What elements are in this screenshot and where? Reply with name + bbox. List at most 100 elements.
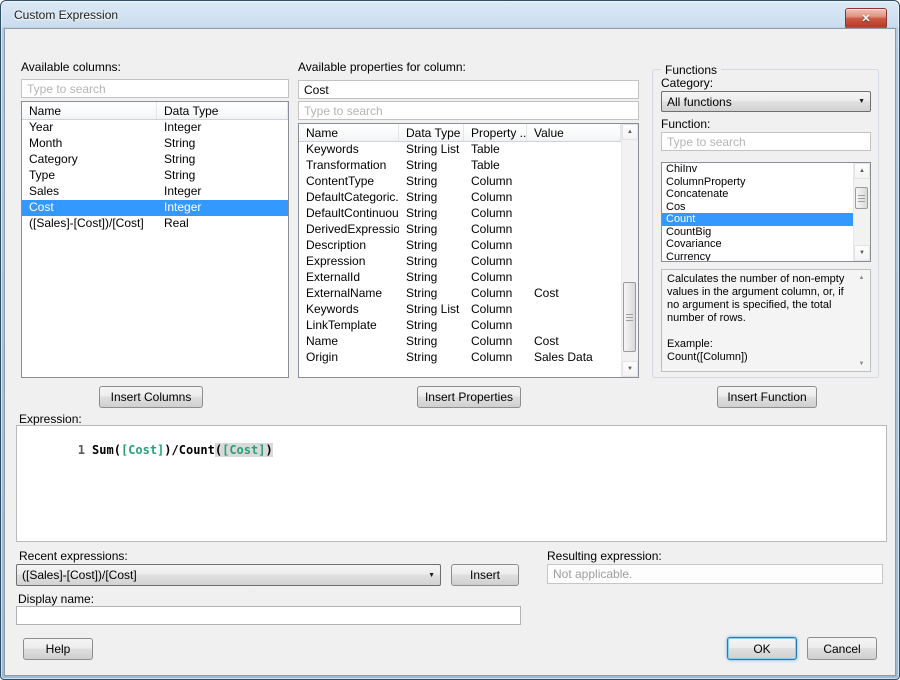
function-name: Covariance [666,238,722,250]
insert-properties-button[interactable]: Insert Properties [417,386,521,408]
columns-search-input[interactable] [21,79,289,98]
recent-expressions-dropdown[interactable]: ([Sales]-[Cost])/[Cost] ▼ [16,564,441,586]
display-name-input[interactable] [16,606,521,625]
insert-columns-button[interactable]: Insert Columns [99,386,203,408]
expression-tokens: Sum([Cost])/Count([Cost]) [92,443,273,457]
cell-datatype: String [399,270,464,286]
scroll-up-icon[interactable]: ▲ [622,124,638,140]
table-row[interactable]: ExternalId String Column [299,270,638,286]
table-row[interactable]: Keywords String List Table [299,142,638,158]
table-row[interactable]: ExternalName String Column Cost [299,286,638,302]
cell-name: Keywords [299,142,399,158]
cell-datatype: Real [157,216,288,232]
function-search-input[interactable] [661,132,871,151]
cell-name: Description [299,238,399,254]
scroll-up-icon[interactable]: ▲ [854,163,870,179]
window-title: Custom Expression [14,8,118,22]
category-dropdown[interactable]: All functions ▼ [661,91,871,112]
table-row[interactable]: DerivedExpression String Column [299,222,638,238]
function-label: Function: [661,117,710,131]
cell-property-class: Column [464,254,527,270]
cell-name: ([Sales]-[Cost])/[Cost] [22,216,157,232]
scroll-down-icon[interactable]: ▼ [622,361,638,377]
dialog-body: Available columns: Name Data Type Year I… [4,28,896,676]
columns-header-name[interactable]: Name [22,102,157,119]
cell-property-class: Column [464,206,527,222]
category-label: Category: [661,76,713,90]
close-icon: ✕ [861,12,870,25]
titlebar[interactable]: Custom Expression [1,1,899,29]
function-name: CountBig [666,226,711,238]
properties-header-value[interactable]: Value [527,124,621,141]
properties-scrollbar[interactable]: ▲ ▼ [621,124,638,377]
table-row[interactable]: Year Integer [22,120,288,136]
function-list-item[interactable]: ColumnProperty [662,176,853,189]
columns-header-datatype[interactable]: Data Type [157,102,288,119]
function-list-item[interactable]: Cos [662,201,853,214]
cancel-button[interactable]: Cancel [807,637,877,660]
cell-property-class: Column [464,190,527,206]
cell-datatype: String [399,174,464,190]
table-row[interactable]: Description String Column [299,238,638,254]
table-row[interactable]: Cost Integer [22,200,288,216]
cell-datatype: String [399,190,464,206]
description-scrollbar[interactable]: ▲ ▼ [853,270,870,371]
table-row[interactable]: Expression String Column [299,254,638,270]
cell-property-class: Table [464,158,527,174]
properties-search-input[interactable] [298,101,639,120]
ok-button[interactable]: OK [727,637,797,660]
help-button[interactable]: Help [23,638,93,660]
cell-name: Sales [22,184,157,200]
properties-header-propertyclass[interactable]: Property ... [464,124,527,141]
table-row[interactable]: ContentType String Column [299,174,638,190]
table-row[interactable]: Transformation String Table [299,158,638,174]
function-list-item[interactable]: ChiInv [662,163,853,176]
function-list-item[interactable]: Covariance [662,238,853,251]
cell-name: Year [22,120,157,136]
expression-token: [Cost] [121,443,164,457]
function-list-item[interactable]: Concatenate [662,188,853,201]
line-number: 1 [78,443,85,457]
table-row[interactable]: Origin String Column Sales Data [299,350,638,366]
chevron-down-icon: ▼ [858,98,865,105]
cell-property-class: Column [464,238,527,254]
cell-name: ExternalId [299,270,399,286]
function-name: ColumnProperty [666,176,745,188]
cell-property-class: Column [464,302,527,318]
properties-table-header: Name Data Type Property ... Value [299,124,621,142]
table-row[interactable]: Name String Column Cost [299,334,638,350]
cell-datatype: String [157,152,288,168]
close-button[interactable]: ✕ [845,8,887,29]
cell-property-class: Column [464,270,527,286]
function-list-item[interactable]: Count [662,213,853,226]
function-list-item[interactable]: CountBig [662,226,853,239]
scroll-thumb[interactable] [623,282,636,352]
scroll-up-icon[interactable]: ▲ [853,270,870,285]
table-row[interactable]: Category String [22,152,288,168]
expression-label: Expression: [19,412,82,426]
table-row[interactable]: DefaultContinuou... String Column [299,206,638,222]
properties-rows: Keywords String List Table Transformatio… [299,142,638,366]
table-row[interactable]: Keywords String List Column [299,302,638,318]
scroll-down-icon[interactable]: ▼ [854,245,870,261]
table-row[interactable]: Sales Integer [22,184,288,200]
table-row[interactable]: DefaultCategoric... String Column [299,190,638,206]
table-row[interactable]: LinkTemplate String Column [299,318,638,334]
function-items: ChiInv ColumnProperty Concatenate Cos Co… [662,163,870,262]
scroll-thumb[interactable] [855,187,868,209]
expression-editor[interactable]: 1 Sum([Cost])/Count([Cost]) [16,425,887,542]
properties-header-name[interactable]: Name [299,124,399,141]
cell-name: Keywords [299,302,399,318]
function-list-item[interactable]: Currency [662,251,853,263]
recent-expression-value: ([Sales]-[Cost])/[Cost] [22,568,424,582]
table-row[interactable]: ([Sales]-[Cost])/[Cost] Real [22,216,288,232]
properties-header-datatype[interactable]: Data Type [399,124,464,141]
table-row[interactable]: Type String [22,168,288,184]
table-row[interactable]: Month String [22,136,288,152]
function-name: Cos [666,201,686,213]
insert-recent-button[interactable]: Insert [451,564,519,586]
insert-function-button[interactable]: Insert Function [717,386,817,408]
cell-name: Transformation [299,158,399,174]
scroll-down-icon[interactable]: ▼ [853,356,870,371]
function-list-scrollbar[interactable]: ▲ ▼ [853,163,870,261]
